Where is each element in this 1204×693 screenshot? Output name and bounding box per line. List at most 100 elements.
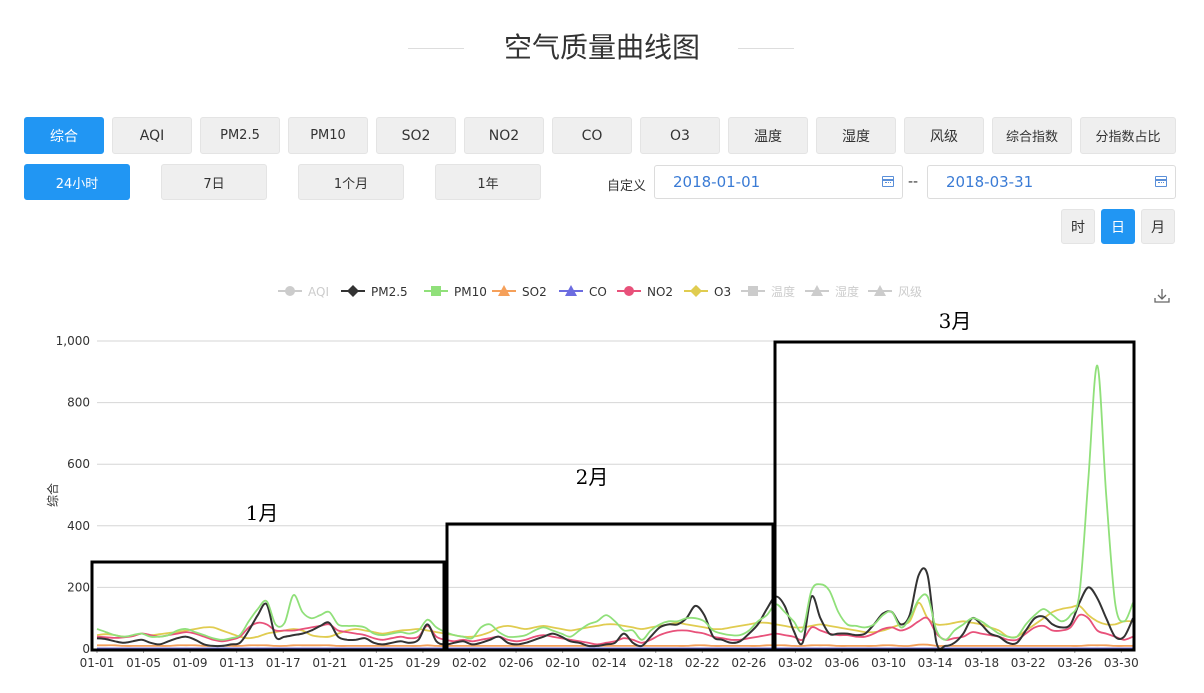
legend-marker-diamond-icon (347, 285, 359, 297)
line-chart: 0 200 400 600 800 1,000 综合 01-01 01-05 01-09 01-13… (45, 284, 1170, 670)
metric-tab-6-label: CO (581, 127, 603, 144)
range-tab-1[interactable]: 7日 (161, 164, 267, 200)
x-tick-label: 01-25 (359, 656, 394, 670)
x-tick-label: 02-22 (685, 656, 720, 670)
x-tick-label: 02-14 (592, 656, 627, 670)
range-tab-2-label: 1个月 (333, 176, 369, 192)
granularity-tab-0-label: 时 (1071, 219, 1085, 236)
download-icon[interactable] (1154, 289, 1170, 303)
legend-marker-diamond-icon (690, 285, 702, 297)
metric-tab-7[interactable]: O3 (640, 117, 720, 154)
metric-tab-8[interactable]: 温度 (728, 117, 808, 154)
legend-label: O3 (714, 285, 731, 299)
month-annotation-box (773, 340, 1136, 652)
metric-tab-3[interactable]: PM10 (288, 117, 368, 154)
legend-marker-square-icon (431, 286, 441, 296)
metric-tab-1[interactable]: AQI (112, 117, 192, 154)
metric-tab-11[interactable]: 综合指数 (992, 117, 1072, 154)
legend-item-SO2[interactable]: SO2 (492, 285, 547, 299)
range-tab-3-label: 1年 (477, 176, 499, 192)
series-line-so2 (96, 643, 1133, 647)
range-tab-0[interactable]: 24小时 (24, 164, 130, 200)
legend-label: 风级 (898, 285, 922, 299)
x-tick-label: 01-17 (266, 656, 301, 670)
granularity-tab-1[interactable]: 日 (1101, 209, 1135, 244)
metric-tab-4[interactable]: SO2 (376, 117, 456, 154)
metric-tab-10[interactable]: 风级 (904, 117, 984, 154)
month-annotation-label: 3月 (939, 309, 972, 333)
x-tick-label: 02-26 (731, 656, 766, 670)
x-tick-label: 01-09 (173, 656, 208, 670)
x-tick-label: 03-10 (871, 656, 906, 670)
metric-tab-9[interactable]: 湿度 (816, 117, 896, 154)
title-right-divider (738, 48, 794, 49)
range-tab-1-label: 7日 (203, 176, 225, 192)
legend-marker-square-icon (748, 286, 758, 296)
legend-label: AQI (308, 285, 329, 299)
date-separator: -- (908, 174, 919, 190)
y-tick-label: 1,000 (56, 334, 90, 348)
legend-item-湿度[interactable]: 湿度 (805, 284, 859, 299)
metric-tab-10-label: 风级 (930, 128, 958, 145)
x-tick-label: 01-05 (126, 656, 161, 670)
metric-tab-5-label: NO2 (488, 127, 520, 144)
custom-range-label: 自定义 (607, 179, 647, 194)
calendar-icon[interactable] (882, 176, 894, 187)
end-date-input[interactable]: 2018-03-31 (927, 165, 1176, 199)
range-tab-0-label: 24小时 (55, 176, 99, 192)
metric-tab-3-label: PM10 (310, 128, 346, 143)
y-tick-label: 0 (82, 642, 90, 656)
x-tick-label: 02-02 (452, 656, 487, 670)
y-tick-label: 400 (67, 519, 90, 533)
page-title-wrap: 空气质量曲线图 (0, 28, 1204, 68)
page-title: 空气质量曲线图 (503, 31, 700, 64)
legend-label: CO (589, 285, 607, 299)
metric-tab-7-label: O3 (670, 127, 690, 144)
legend-item-NO2[interactable]: NO2 (617, 285, 673, 299)
metric-tab-2[interactable]: PM2.5 (200, 117, 280, 154)
legend-label: NO2 (647, 285, 673, 299)
calendar-icon[interactable] (1155, 176, 1167, 187)
start-date-input[interactable]: 2018-01-01 (654, 165, 903, 199)
granularity-tab-0[interactable]: 时 (1061, 209, 1095, 244)
y-axis-label: 综合 (45, 483, 60, 507)
metric-tab-9-label: 湿度 (842, 128, 870, 145)
range-tab-2[interactable]: 1个月 (298, 164, 404, 200)
legend-item-AQI[interactable]: AQI (278, 285, 329, 299)
metric-tab-1-label: AQI (139, 127, 165, 144)
x-tick-label: 03-30 (1104, 656, 1139, 670)
metric-tab-4-label: SO2 (401, 127, 431, 144)
legend-label: 温度 (771, 284, 795, 299)
x-tick-label: 01-21 (312, 656, 347, 670)
metric-tab-12-label: 分指数占比 (1095, 130, 1161, 145)
granularity-tab-2[interactable]: 月 (1141, 209, 1175, 244)
x-tick-label: 02-06 (499, 656, 534, 670)
metric-tab-6[interactable]: CO (552, 117, 632, 154)
x-tick-label: 02-18 (638, 656, 673, 670)
y-tick-label: 200 (67, 580, 90, 594)
granularity-tab-2-label: 月 (1151, 219, 1165, 236)
metric-tab-5[interactable]: NO2 (464, 117, 544, 154)
legend-label: SO2 (522, 285, 547, 299)
legend-marker-circle-icon (624, 286, 634, 296)
legend-item-O3[interactable]: O3 (684, 285, 731, 299)
x-tick-label: 03-06 (825, 656, 860, 670)
legend-label: PM2.5 (371, 285, 408, 299)
start-date-value: 2018-01-01 (673, 173, 761, 191)
metric-tab-12[interactable]: 分指数占比 (1080, 117, 1176, 154)
x-tick-label: 01-29 (405, 656, 440, 670)
x-tick-label: 02-10 (545, 656, 580, 670)
range-tab-3[interactable]: 1年 (435, 164, 541, 200)
legend-item-温度[interactable]: 温度 (741, 284, 795, 299)
legend-item-风级[interactable]: 风级 (868, 285, 922, 299)
legend-item-CO[interactable]: CO (559, 285, 607, 299)
x-tick-label: 03-02 (778, 656, 813, 670)
legend-item-PM10[interactable]: PM10 (424, 285, 487, 299)
x-tick-label: 03-26 (1057, 656, 1092, 670)
legend-item-PM2.5[interactable]: PM2.5 (341, 285, 408, 299)
legend-marker-circle-icon (285, 286, 295, 296)
metric-tab-0[interactable]: 综合 (24, 117, 104, 154)
month-annotation-label: 2月 (576, 465, 609, 489)
x-tick-label: 03-22 (1011, 656, 1046, 670)
metric-tab-11-label: 综合指数 (1005, 130, 1058, 145)
